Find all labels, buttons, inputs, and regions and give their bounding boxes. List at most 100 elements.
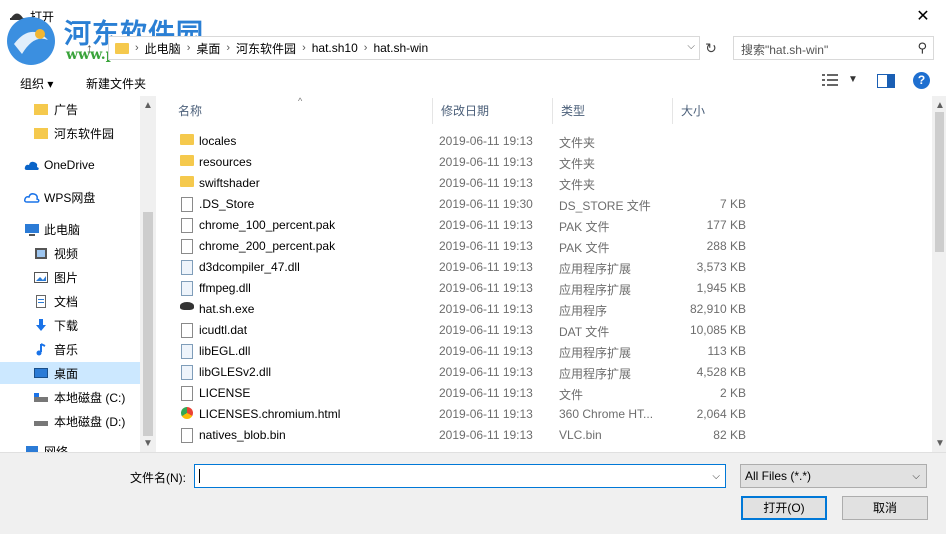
file-type: 文件夹 xyxy=(559,157,596,171)
nav-item[interactable]: 图片 xyxy=(0,266,140,288)
nav-scrollbar-thumb[interactable] xyxy=(143,212,153,436)
column-header-size[interactable]: 大小 xyxy=(673,98,793,124)
file-row[interactable]: chrome_100_percent.pak 2019-06-11 19:13 PA… xyxy=(174,215,934,236)
scroll-down-icon[interactable]: ▼ xyxy=(935,438,945,449)
nav-item[interactable]: WPS网盘 xyxy=(0,186,140,208)
cloud-icon xyxy=(24,159,39,172)
nav-item[interactable]: 本地磁盘 (C:) xyxy=(0,386,140,408)
folder-icon xyxy=(34,103,48,115)
file-size: 3,573 KB xyxy=(696,260,746,274)
filename-input[interactable]: ⌵ xyxy=(194,464,726,488)
file-row[interactable]: chrome_200_percent.pak 2019-06-11 19:13 PA… xyxy=(174,236,934,257)
chevron-down-icon[interactable]: ⌵ xyxy=(687,41,695,52)
refresh-button[interactable]: ↻ xyxy=(700,36,721,60)
chevron-down-icon: ⌵ xyxy=(912,471,920,482)
address-bar[interactable]: › 此电脑 › 桌面 › 河东软件园 › hat.sh10 › hat.sh-w… xyxy=(108,36,700,60)
file-row[interactable]: natives_blob.bin 2019-06-11 19:13 VLC.bin 8… xyxy=(174,425,934,446)
chevron-right-icon[interactable]: › xyxy=(226,42,230,54)
nav-item-label: 图片 xyxy=(54,270,79,285)
folder-icon xyxy=(180,155,194,166)
file-row[interactable]: LICENSES.chromium.html 2019-06-11 19:13 36… xyxy=(174,404,934,425)
file-size: 288 KB xyxy=(706,239,746,253)
nav-item[interactable]: OneDrive xyxy=(0,154,140,176)
file-row[interactable]: LICENSE 2019-06-11 19:13 文件 2 KB xyxy=(174,383,934,404)
search-input[interactable]: 搜索"hat.sh-win" ⚲ xyxy=(733,36,934,60)
file-date: 2019-06-11 19:13 xyxy=(439,302,533,316)
breadcrumb-item[interactable]: 河东软件园 xyxy=(236,40,296,57)
nav-item[interactable]: 文档 xyxy=(0,290,140,312)
nav-item[interactable]: 音乐 xyxy=(0,338,140,360)
breadcrumb-item[interactable]: 桌面 xyxy=(196,40,220,57)
file-date: 2019-06-11 19:13 xyxy=(439,218,533,232)
file-list-scrollbar-thumb[interactable] xyxy=(935,112,944,252)
file-row[interactable]: ffmpeg.dll 2019-06-11 19:13 应用程序扩展 1,945 KB xyxy=(174,278,934,299)
folder-icon xyxy=(180,134,194,145)
file-row[interactable]: d3dcompiler_47.dll 2019-06-11 19:13 应用程序扩展… xyxy=(174,257,934,278)
file-row[interactable]: locales 2019-06-11 19:13 文件夹 xyxy=(174,131,934,152)
breadcrumb-item[interactable]: 此电脑 xyxy=(145,40,181,57)
cancel-button[interactable]: 取消 xyxy=(842,496,928,520)
column-header-date[interactable]: 修改日期 xyxy=(433,98,553,124)
chevron-right-icon[interactable]: › xyxy=(364,42,368,54)
breadcrumb-item[interactable]: hat.sh-win xyxy=(373,41,428,55)
scroll-down-icon[interactable]: ▼ xyxy=(143,438,153,449)
breadcrumb-item[interactable]: hat.sh10 xyxy=(312,41,358,55)
file-type: 应用程序扩展 xyxy=(559,346,632,360)
file-type: DS_STORE 文件 xyxy=(559,199,651,213)
desktop-icon xyxy=(34,367,48,380)
file-type-select[interactable]: All Files (*.*) ⌵ xyxy=(740,464,927,488)
file-size: 1,945 KB xyxy=(696,281,746,295)
file-date: 2019-06-11 19:13 xyxy=(439,386,533,400)
file-name: d3dcompiler_47.dll xyxy=(199,260,300,274)
up-arrow-icon[interactable]: ↑ xyxy=(86,40,93,56)
open-button[interactable]: 打开(O) xyxy=(741,496,827,520)
file-row[interactable]: resources 2019-06-11 19:13 文件夹 xyxy=(174,152,934,173)
chevron-down-icon[interactable]: ⌵ xyxy=(712,471,720,482)
search-icon: ⚲ xyxy=(917,40,927,55)
nav-item[interactable]: 网络 xyxy=(0,440,140,452)
nav-item[interactable]: 本地磁盘 (D:) xyxy=(0,410,140,432)
organize-button[interactable]: 组织 ▾ xyxy=(20,75,53,92)
chevron-right-icon[interactable]: › xyxy=(187,42,191,54)
nav-item-label: WPS网盘 xyxy=(44,190,96,205)
file-name: ffmpeg.dll xyxy=(199,281,251,295)
file-row[interactable]: libGLESv2.dll 2019-06-11 19:13 应用程序扩展 4,528… xyxy=(174,362,934,383)
file-icon xyxy=(181,239,193,254)
pictures-icon xyxy=(34,271,48,284)
file-row[interactable]: icudtl.dat 2019-06-11 19:13 DAT 文件 10,085 K… xyxy=(174,320,934,341)
file-name: chrome_100_percent.pak xyxy=(199,218,336,232)
file-type: 文件夹 xyxy=(559,136,596,150)
file-row[interactable]: hat.sh.exe 2019-06-11 19:13 应用程序 82,910 KB xyxy=(174,299,934,320)
file-date: 2019-06-11 19:30 xyxy=(439,197,533,211)
file-row[interactable]: .DS_Store 2019-06-11 19:30 DS_STORE 文件 7 KB xyxy=(174,194,934,215)
file-size: 7 KB xyxy=(719,197,746,211)
chevron-right-icon[interactable]: › xyxy=(302,42,306,54)
new-folder-button[interactable]: 新建文件夹 xyxy=(86,75,146,92)
file-name: libEGL.dll xyxy=(199,344,251,358)
scroll-up-icon[interactable]: ▲ xyxy=(935,100,945,111)
nav-item[interactable]: 河东软件园 xyxy=(0,122,140,144)
nav-item[interactable]: 广告 xyxy=(0,98,140,120)
view-options-icon[interactable] xyxy=(822,73,840,87)
preview-pane-icon[interactable] xyxy=(877,74,895,88)
file-row[interactable]: libEGL.dll 2019-06-11 19:13 应用程序扩展 113 KB xyxy=(174,341,934,362)
close-button[interactable]: ✕ xyxy=(900,0,946,32)
file-date: 2019-06-11 19:13 xyxy=(439,155,533,169)
nav-item-label: 广告 xyxy=(54,102,79,117)
chevron-down-icon[interactable]: ▼ xyxy=(848,74,858,85)
network-icon xyxy=(24,445,38,452)
nav-item-label: 视频 xyxy=(54,246,79,261)
file-date: 2019-06-11 19:13 xyxy=(439,281,533,295)
column-header-name[interactable]: 名称 xyxy=(170,98,433,124)
close-icon: ✕ xyxy=(916,8,930,25)
nav-item[interactable]: 下载 xyxy=(0,314,140,336)
file-type: PAK 文件 xyxy=(559,241,610,255)
file-size: 82,910 KB xyxy=(689,302,746,316)
scroll-up-icon[interactable]: ▲ xyxy=(143,100,153,111)
help-icon[interactable]: ? xyxy=(913,72,930,89)
nav-item-selected[interactable]: 桌面 xyxy=(0,362,140,384)
nav-item[interactable]: 视频 xyxy=(0,242,140,264)
column-header-type[interactable]: 类型 xyxy=(553,98,673,124)
nav-item[interactable]: 此电脑 xyxy=(0,218,140,240)
file-row[interactable]: swiftshader 2019-06-11 19:13 文件夹 xyxy=(174,173,934,194)
